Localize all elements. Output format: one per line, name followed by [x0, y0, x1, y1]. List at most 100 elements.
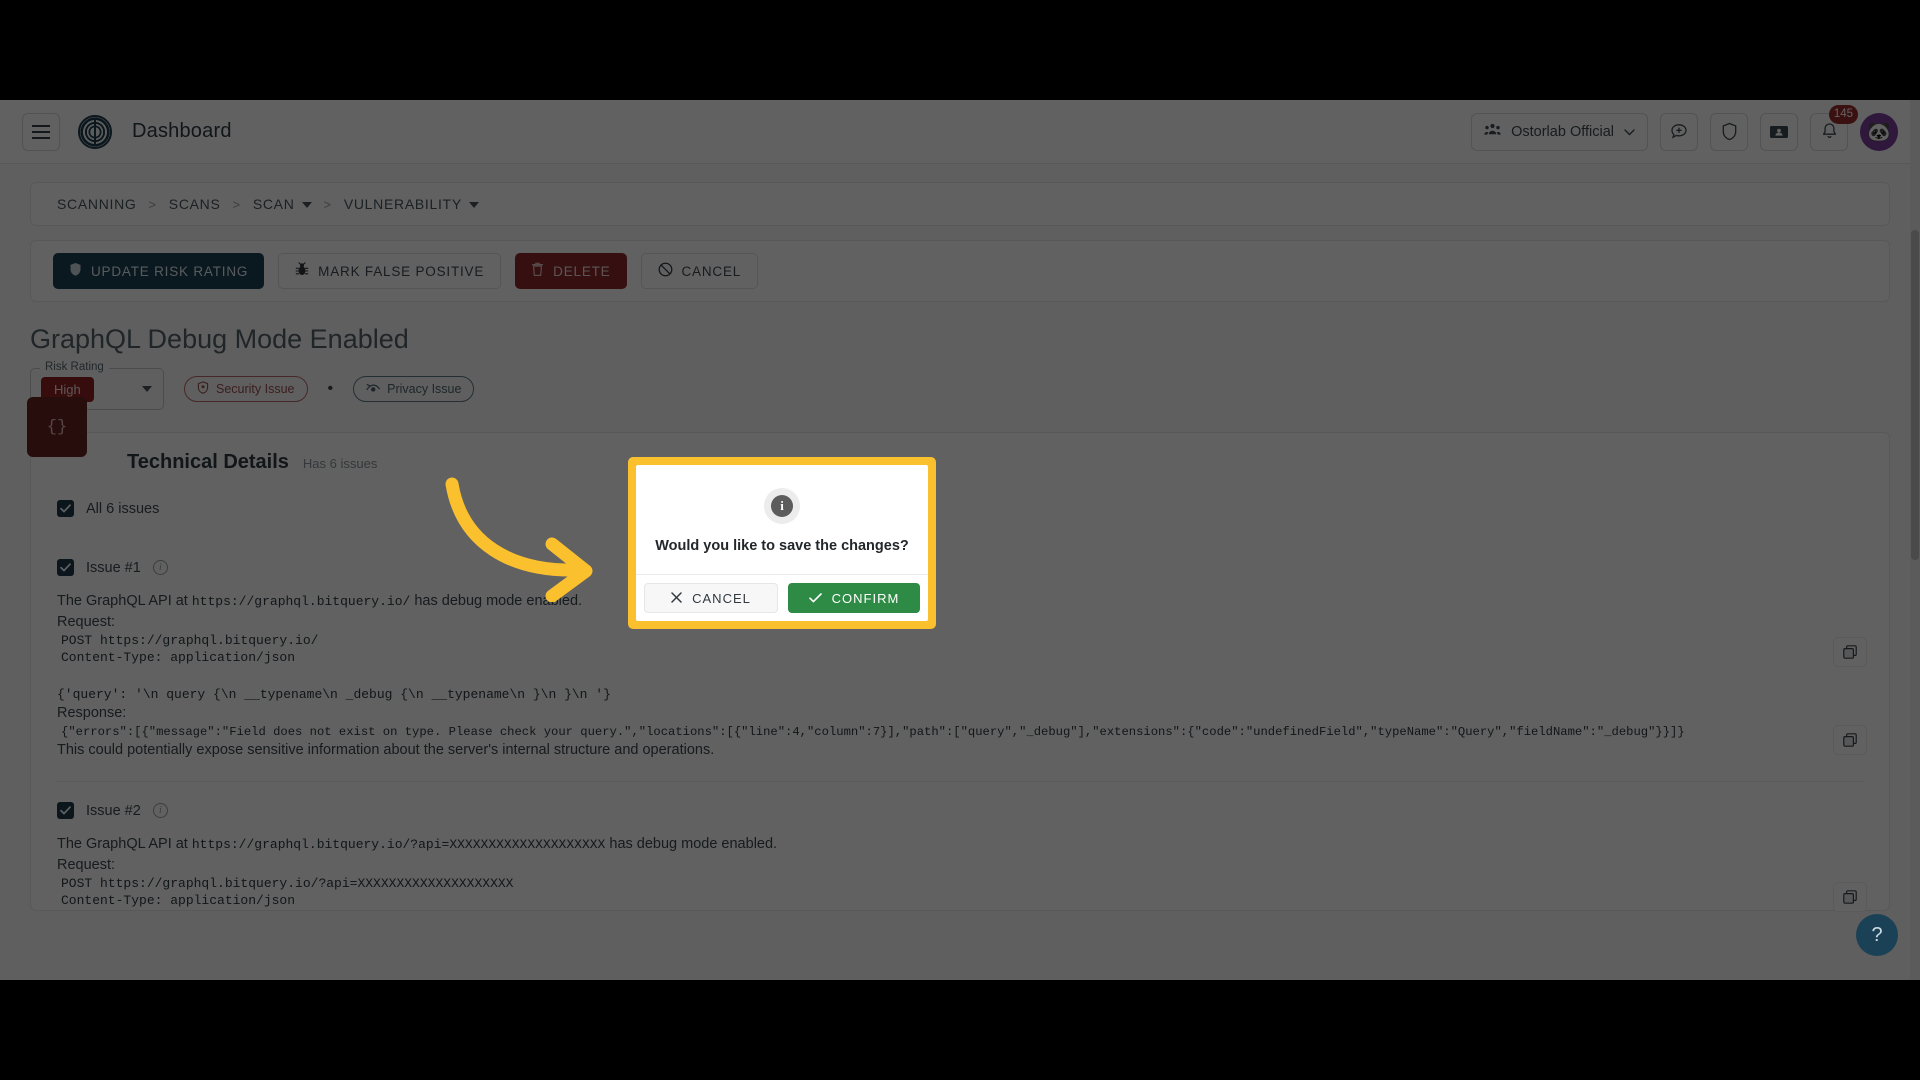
page-title: Dashboard [132, 120, 232, 142]
vulnerability-header: GraphQL Debug Mode Enabled Risk Rating H… [0, 302, 1920, 410]
select-all-issues-checkbox[interactable] [57, 500, 74, 517]
page-content: SCANNING > SCANS > SCAN > VULNERABILITY … [0, 164, 1920, 302]
copy-icon[interactable] [1833, 637, 1867, 667]
breadcrumb-separator: > [148, 196, 157, 212]
breadcrumb: SCANNING > SCANS > SCAN > VULNERABILITY [30, 182, 1890, 226]
issue-2-intro: The GraphQL API at https://graphql.bitqu… [57, 835, 1863, 854]
issue-1-query-line: {'query': '\n query {\n __typename\n _de… [57, 687, 611, 703]
issue-1-checkbox[interactable] [57, 559, 74, 576]
breadcrumb-item-scan[interactable]: SCAN [253, 196, 312, 212]
chevron-down-icon [468, 202, 479, 209]
tag-security-issue: Security Issue [184, 376, 308, 402]
code-braces-icon: {} [27, 397, 87, 457]
technical-details-title: Technical Details [127, 451, 289, 473]
issue-2-intro-url: https://graphql.bitquery.io/?api=XXXXXXX… [191, 837, 606, 853]
breadcrumb-item-vulnerability[interactable]: VULNERABILITY [344, 196, 479, 212]
issue-2-intro-prefix: The GraphQL API at [57, 836, 188, 853]
vulnerability-meta: Risk Rating High Security Issue • Privac… [30, 361, 1890, 410]
issue-1-intro: The GraphQL API at https://graphql.bitqu… [57, 592, 1863, 611]
tag-separator: • [327, 380, 334, 397]
dialog-cancel-button[interactable]: CANCEL [644, 583, 778, 613]
issue-2-checkbox[interactable] [57, 802, 74, 820]
issue-1-intro-prefix: The GraphQL API at [57, 593, 188, 609]
org-selector-label: Ostorlab Official [1511, 123, 1614, 140]
breadcrumb-separator: > [323, 196, 332, 212]
ticket-icon[interactable] [1760, 112, 1798, 151]
issue-1-header: Issue #1 i [57, 559, 1863, 576]
action-toolbar: UPDATE RISK RATING MARK FALSE POSITIVE D… [30, 240, 1890, 302]
privacy-eye-icon [366, 382, 381, 397]
trash-icon [531, 262, 544, 280]
update-risk-rating-button[interactable]: UPDATE RISK RATING [53, 253, 265, 289]
panda-avatar-glyph: 🐼 [1867, 121, 1891, 143]
info-icon[interactable]: i [152, 560, 168, 575]
shield-icon [69, 262, 82, 280]
org-selector[interactable]: Ostorlab Official [1471, 112, 1648, 151]
dialog-message: Would you like to save the changes? [655, 537, 909, 554]
issue-2-request-label: Request: [57, 856, 116, 873]
info-icon[interactable]: i [152, 803, 168, 819]
issue-1-request-line-1: POST https://graphql.bitquery.io/ [61, 633, 319, 649]
code-braces-glyph: {} [46, 417, 68, 437]
issue-1-response-label: Response: [57, 705, 127, 722]
hamburger-icon[interactable] [22, 112, 60, 151]
dialog-confirm-button[interactable]: CONFIRM [788, 583, 920, 613]
app-bar-right: Ostorlab Official 145 🐼 [1471, 104, 1898, 151]
shield-icon[interactable] [1710, 112, 1748, 151]
help-glyph: ? [1871, 923, 1883, 946]
issue-block-1: Issue #1 i The GraphQL API at https://gr… [57, 539, 1867, 759]
tag-security-label: Security Issue [216, 382, 295, 396]
select-all-issues-label: All 6 issues [86, 500, 160, 517]
issue-2-label: Issue #2 [86, 802, 141, 819]
bell-icon[interactable]: 145 [1810, 104, 1858, 151]
cancel-button[interactable]: CANCEL [640, 253, 759, 289]
avatar[interactable]: 🐼 [1860, 112, 1898, 151]
chevron-down-icon [301, 202, 312, 209]
technical-details-header: Technical Details Has 6 issues [127, 451, 1863, 474]
info-icon: i [764, 487, 800, 524]
copy-icon[interactable] [1833, 882, 1867, 913]
delete-button[interactable]: DELETE [515, 253, 627, 289]
update-risk-rating-label: UPDATE RISK RATING [91, 263, 249, 279]
issue-1-footer-note: This could potentially expose sensitive … [57, 741, 715, 758]
cancel-label: CANCEL [681, 263, 742, 279]
breadcrumb-item-scans[interactable]: SCANS [169, 196, 221, 212]
close-x-icon [671, 591, 682, 606]
select-all-issues-row[interactable]: All 6 issues [57, 500, 1863, 517]
risk-rating-legend: Risk Rating [40, 361, 109, 373]
issue-2-request-line-2: Content-Type: application/json [61, 893, 296, 909]
dialog-cancel-label: CANCEL [692, 590, 751, 606]
bug-icon [295, 262, 309, 280]
tag-privacy-label: Privacy Issue [387, 382, 462, 396]
issue-2-intro-suffix: has debug mode enabled. [609, 836, 778, 853]
issue-1-body: The GraphQL API at https://graphql.bitqu… [57, 592, 1863, 759]
screenshot-stage: Dashboard Ostorlab Official 145 🐼 SCANNI… [0, 0, 1920, 1080]
help-button[interactable]: ? [1856, 914, 1898, 956]
notification-badge: 145 [1828, 104, 1858, 124]
issue-block-2: Issue #2 i The GraphQL API at https://gr… [57, 781, 1867, 913]
issue-1-intro-url: https://graphql.bitquery.io/ [191, 594, 411, 609]
browser-viewport: Dashboard Ostorlab Official 145 🐼 SCANNI… [0, 100, 1920, 980]
issue-2-header: Issue #2 i [57, 802, 1863, 820]
chevron-down-icon [1624, 124, 1635, 140]
add-chat-icon[interactable] [1660, 112, 1698, 151]
mark-false-positive-button[interactable]: MARK FALSE POSITIVE [278, 253, 502, 289]
dialog-actions: CANCEL CONFIRM [636, 575, 928, 621]
shield-bug-icon [197, 381, 209, 397]
dialog-confirm-label: CONFIRM [831, 590, 900, 606]
breadcrumb-item-scanning[interactable]: SCANNING [57, 196, 137, 212]
copy-icon[interactable] [1833, 725, 1867, 755]
breadcrumb-separator: > [232, 196, 241, 212]
mark-false-positive-label: MARK FALSE POSITIVE [318, 263, 485, 279]
info-glyph: i [771, 494, 793, 517]
page-scrollbar[interactable] [1910, 100, 1920, 980]
chevron-down-icon [142, 386, 152, 392]
issue-1-label: Issue #1 [86, 559, 141, 576]
group-people-icon [1484, 123, 1501, 140]
check-icon [808, 591, 822, 606]
delete-label: DELETE [553, 263, 611, 279]
issue-2-request-line-1: POST https://graphql.bitquery.io/?api=XX… [61, 876, 514, 892]
technical-details-card: {} Technical Details Has 6 issues All 6 … [27, 397, 1890, 913]
scrollbar-thumb[interactable] [1911, 230, 1919, 560]
ostorlab-logo-icon [78, 114, 112, 149]
